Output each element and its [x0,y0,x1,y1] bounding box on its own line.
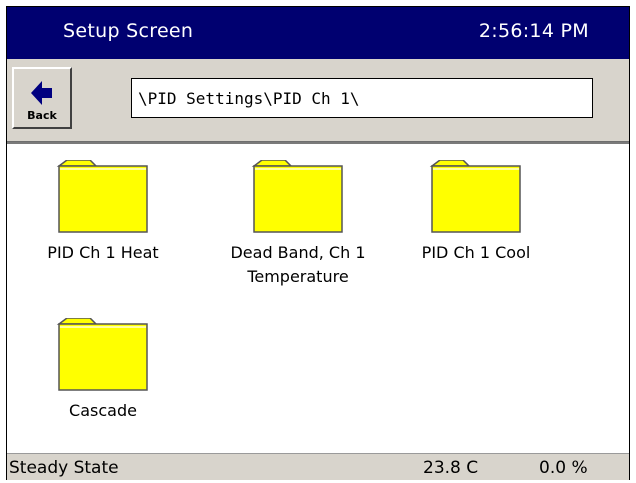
status-bar: Steady State 23.8 C 0.0 % [7,453,629,480]
back-button[interactable]: Back [12,67,72,129]
folder-label: PID Ch 1 Heat [47,243,159,262]
folder-icon [56,318,148,391]
back-arrow-icon [31,81,52,105]
folder-label: Cascade [69,401,137,420]
back-label: Back [27,109,57,122]
screen-title: Setup Screen [63,20,194,42]
setup-screen: Setup Screen 2:56:14 PM Back PID Ch 1 He… [6,6,630,480]
folder-view: PID Ch 1 Heat Dead Band, Ch 1 Temperatur… [7,142,629,453]
folder-icon [429,160,521,233]
clock: 2:56:14 PM [478,20,589,42]
folder-icon [251,160,343,233]
title-bar: Setup Screen 2:56:14 PM [7,7,629,59]
temperature-readout: 23.8 C [423,458,479,478]
output-percent: 0.0 % [539,458,588,478]
status-state: Steady State [9,458,119,478]
folder-icon [56,160,148,233]
folder-label: PID Ch 1 Cool [421,243,531,262]
folder-pid-ch1-heat[interactable]: PID Ch 1 Heat [13,160,193,265]
folder-cascade[interactable]: Cascade [13,318,193,423]
folder-pid-ch1-cool[interactable]: PID Ch 1 Cool [386,160,566,265]
folder-label: Dead Band, Ch 1 Temperature [230,243,366,286]
toolbar: Back [7,59,629,142]
path-field[interactable] [131,78,593,118]
folder-dead-band-ch1[interactable]: Dead Band, Ch 1 Temperature [208,160,388,289]
